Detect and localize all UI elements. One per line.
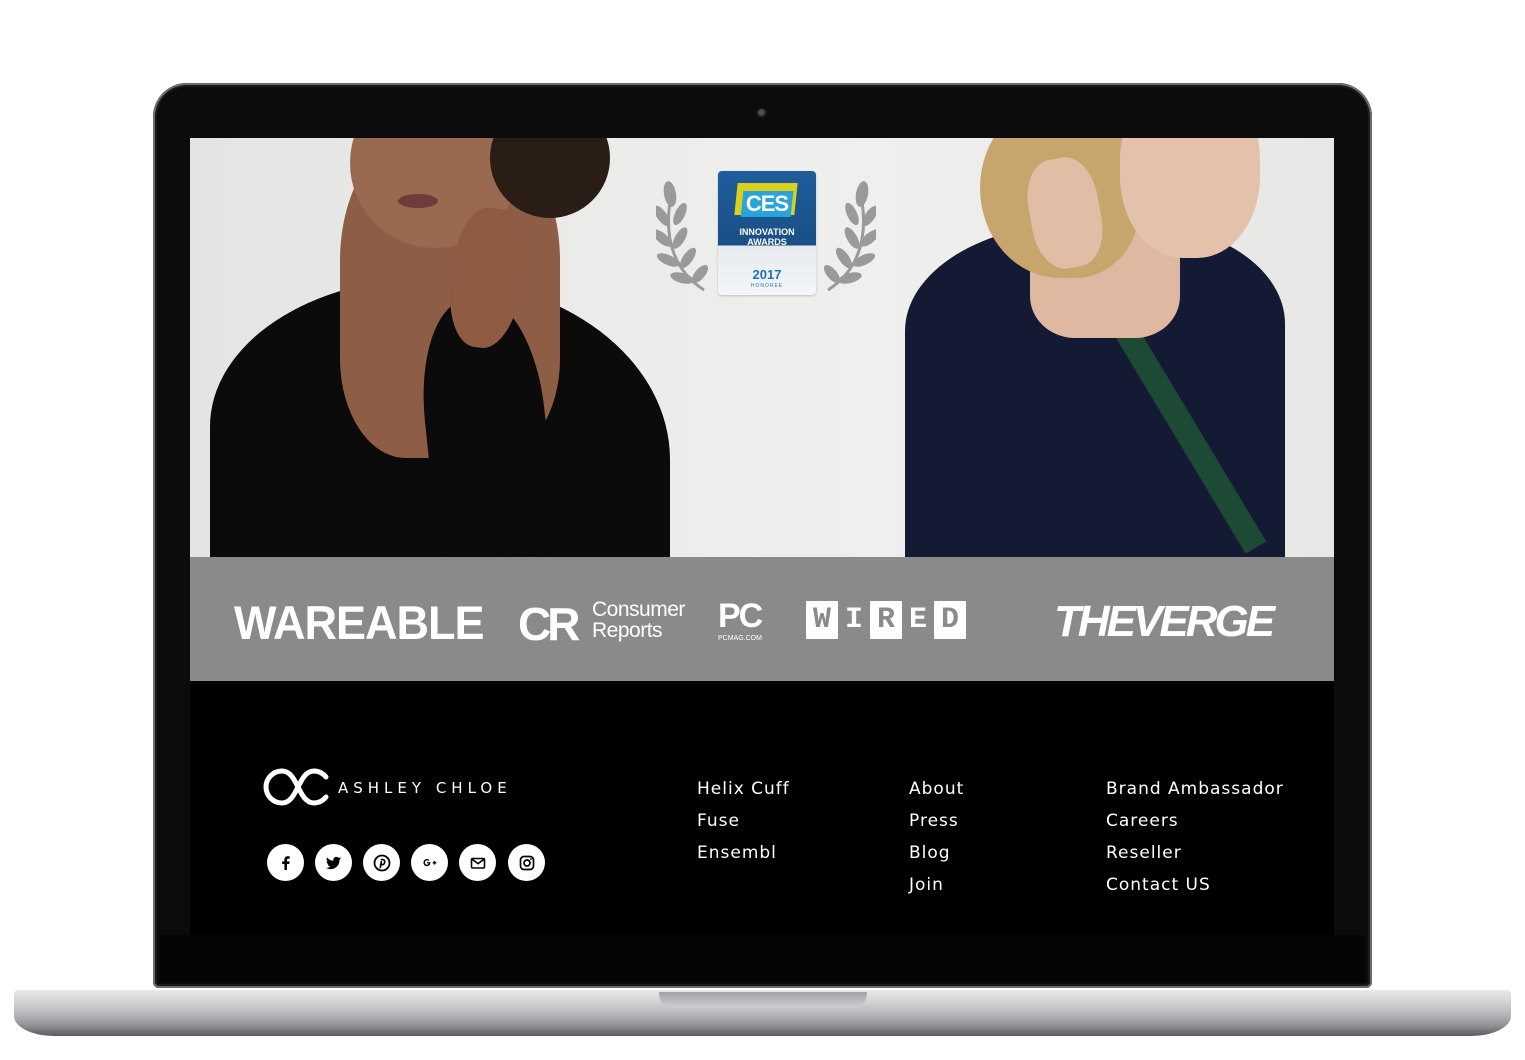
footer-link-fuse[interactable]: Fuse (697, 809, 790, 841)
consumer-reports-wordmark[interactable]: Consumer Reports (592, 599, 685, 641)
footer-link-about[interactable]: About (909, 777, 964, 809)
brand-name[interactable]: ASHLEY CHLOE (338, 779, 512, 797)
ces-award-title: INNOVATION AWARDS (718, 227, 816, 247)
footer-column-more: Brand Ambassador Careers Reseller Contac… (1106, 777, 1284, 905)
footer-link-helix-cuff[interactable]: Helix Cuff (697, 777, 790, 809)
laptop-bezel-bottom (160, 935, 1365, 983)
ces-award-title-line1: INNOVATION (739, 227, 795, 237)
footer-link-contact-us[interactable]: Contact US (1106, 873, 1284, 905)
facebook-icon[interactable] (267, 844, 304, 881)
press-logos-bar: WAREABLE CR Consumer Reports PC PCMAG.CO… (190, 557, 1334, 681)
footer-link-careers[interactable]: Careers (1106, 809, 1284, 841)
wired-letter: I (844, 603, 863, 637)
wired-letter: W (806, 601, 838, 639)
footer-link-brand-ambassador[interactable]: Brand Ambassador (1106, 777, 1284, 809)
footer-link-join[interactable]: Join (909, 873, 964, 905)
footer-link-press[interactable]: Press (909, 809, 964, 841)
hero-banner: CES INNOVATION AWARDS 2017 HONOREE (190, 138, 1334, 557)
ces-award-badge: CES INNOVATION AWARDS 2017 HONOREE (718, 171, 816, 295)
ces-award-title-line2: AWARDS (747, 237, 787, 247)
webcam (757, 108, 768, 119)
google-plus-icon[interactable] (411, 844, 448, 881)
wareable-logo[interactable]: WAREABLE (234, 596, 484, 651)
pcmag-domain: PCMAG.COM (718, 635, 762, 642)
wired-letter: E (908, 603, 927, 637)
site-footer: ASHLEY CHLOE Helix Cuff Fuse Ensembl Abo… (190, 681, 1334, 935)
instagram-icon[interactable] (508, 844, 545, 881)
footer-column-company: About Press Blog Join (909, 777, 964, 905)
footer-link-blog[interactable]: Blog (909, 841, 964, 873)
twitter-icon[interactable] (315, 844, 352, 881)
footer-link-reseller[interactable]: Reseller (1106, 841, 1284, 873)
laptop-notch (659, 992, 867, 1008)
consumer-reports-line1: Consumer (592, 598, 685, 621)
wired-logo[interactable]: W I R E D (806, 601, 966, 639)
consumer-reports-logo[interactable]: CR (518, 597, 580, 651)
consumer-reports-line2: Reports (592, 619, 663, 642)
email-icon[interactable] (459, 844, 496, 881)
laurel-left-icon (656, 181, 709, 292)
the-verge-logo[interactable]: THEVERGE (1054, 597, 1275, 647)
ces-logo: CES (745, 191, 789, 216)
laurel-right-icon (823, 181, 876, 292)
wired-letter: R (870, 601, 902, 639)
pinterest-icon[interactable] (363, 844, 400, 881)
website-screen: CES INNOVATION AWARDS 2017 HONOREE WAREA… (190, 138, 1334, 935)
ashley-chloe-logo-icon[interactable] (260, 765, 330, 809)
wired-letter: D (934, 601, 966, 639)
ces-award-honoree: HONOREE (750, 283, 784, 289)
footer-column-products: Helix Cuff Fuse Ensembl (697, 777, 790, 873)
footer-link-ensembl[interactable]: Ensembl (697, 841, 790, 873)
ces-award-year: 2017 (752, 267, 782, 282)
pcmag-logo[interactable]: PC (718, 597, 763, 636)
model-left-lips (398, 194, 438, 208)
